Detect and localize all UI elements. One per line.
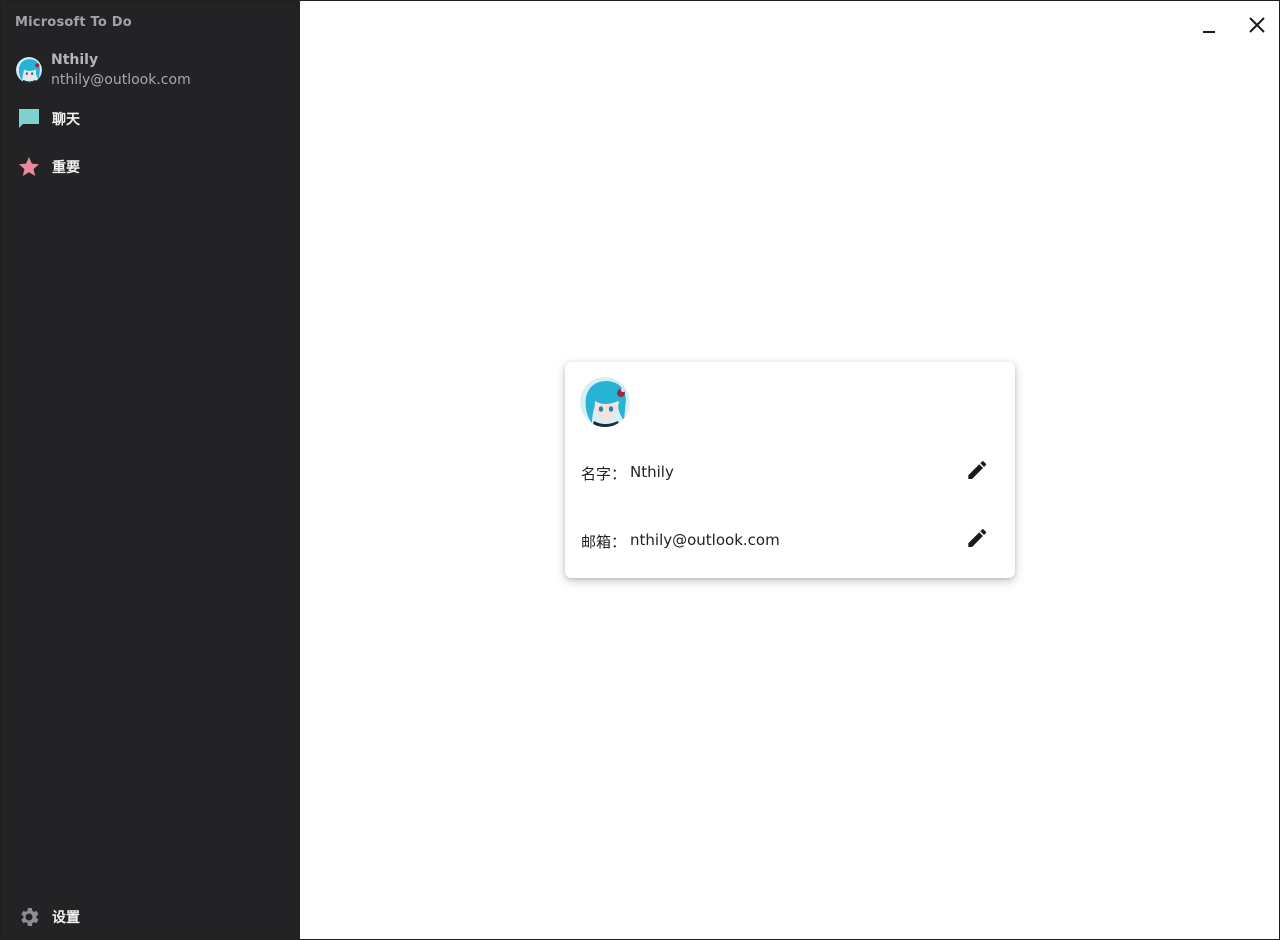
- edit-name-button[interactable]: [963, 457, 991, 485]
- star-icon: [17, 155, 41, 179]
- sidebar-item-settings[interactable]: 设置: [1, 897, 300, 937]
- sidebar-item-label: 重要: [52, 160, 80, 176]
- sidebar: Microsoft To Do Nthily nthily@outlook.co…: [1, 1, 300, 939]
- edit-email-button[interactable]: [963, 525, 991, 553]
- minimize-icon: [1195, 24, 1223, 43]
- close-button[interactable]: [1243, 11, 1271, 39]
- name-value: Nthily: [630, 463, 674, 481]
- sidebar-item-label: 聊天: [52, 112, 80, 128]
- gear-icon: [17, 905, 41, 929]
- profile-email: nthily@outlook.com: [51, 72, 191, 88]
- profile-name: Nthily: [51, 52, 99, 68]
- sidebar-item-chat[interactable]: 聊天: [1, 99, 300, 139]
- app-title: Microsoft To Do: [15, 15, 132, 30]
- profile-card: 名字： Nthily 邮箱： nthily@outlook.com: [565, 362, 1015, 578]
- name-row: 名字： Nthily: [581, 457, 1001, 487]
- sidebar-item-important[interactable]: 重要: [1, 147, 300, 187]
- chat-bubble-icon: [17, 107, 41, 131]
- main-content: 名字： Nthily 邮箱： nthily@outlook.com: [300, 1, 1279, 939]
- sidebar-profile[interactable]: Nthily nthily@outlook.com: [15, 51, 295, 93]
- name-label: 名字：: [581, 465, 627, 483]
- app-window: Microsoft To Do Nthily nthily@outlook.co…: [0, 0, 1280, 940]
- close-icon: [1243, 17, 1271, 43]
- profile-avatar[interactable]: [580, 377, 630, 427]
- avatar: [16, 57, 42, 83]
- pencil-icon: [963, 529, 991, 557]
- email-row: 邮箱： nthily@outlook.com: [581, 525, 1001, 555]
- email-value: nthily@outlook.com: [630, 531, 780, 549]
- pencil-icon: [963, 461, 991, 489]
- email-label: 邮箱：: [581, 533, 627, 551]
- minimize-button[interactable]: [1195, 11, 1223, 39]
- sidebar-item-label: 设置: [52, 910, 80, 926]
